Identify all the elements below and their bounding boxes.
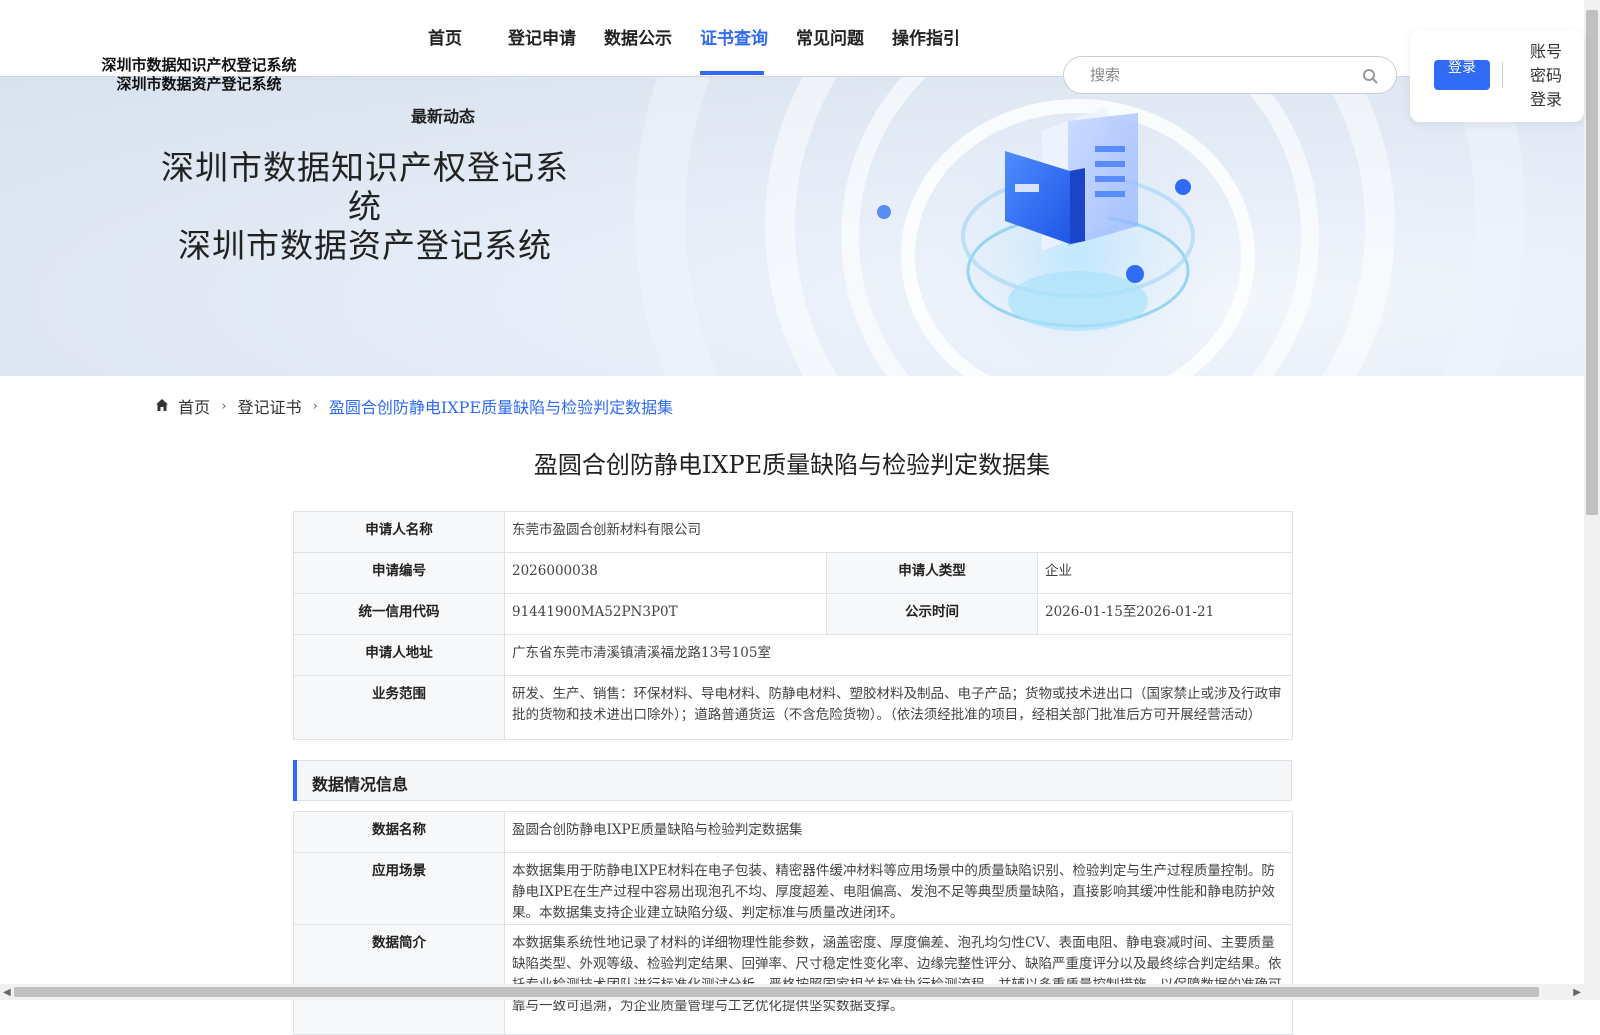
table-row: 数据名称 盈圆合创防静电IXPE质量缺陷与检验判定数据集 (293, 811, 1293, 853)
site-title-line1: 深圳市数据知识产权登记系统 (101, 56, 297, 74)
data-info-section-header: 数据情况信息 (293, 760, 1292, 801)
nav-register-apply[interactable]: 登记申请 (508, 24, 576, 49)
scroll-right-icon[interactable]: ▶ (1573, 987, 1581, 998)
application-number-value: 2026000038 (504, 552, 827, 594)
nav-data-public[interactable]: 数据公示 (604, 24, 672, 49)
table-row: 数据简介 本数据集系统性地记录了材料的详细物理性能参数，涵盖密度、厚度偏差、泡孔… (293, 924, 1293, 1035)
banner-title-line1: 深圳市数据知识产权登记系统 (161, 148, 569, 226)
chevron-right-icon: › (312, 398, 318, 414)
applicant-type-value: 企业 (1037, 552, 1293, 594)
application-scene-label: 应用场景 (293, 852, 505, 925)
login-button[interactable]: 登录 (1434, 60, 1490, 90)
horizontal-scrollbar[interactable]: ◀ ▶ (0, 984, 1584, 1000)
home-icon (156, 398, 168, 411)
scroll-left-icon[interactable]: ◀ (3, 987, 11, 998)
nav-faq[interactable]: 常见问题 (796, 24, 864, 49)
breadcrumb: 首页 › 登记证书 › 盈圆合创防静电IXPE质量缺陷与检验判定数据集 (155, 394, 673, 418)
public-period-label: 公示时间 (826, 593, 1038, 635)
vertical-scrollbar[interactable] (1584, 0, 1600, 1000)
table-row: 业务范围 研发、生产、销售：环保材料、导电材料、防静电材料、塑胶材料及制品、电子… (293, 675, 1293, 740)
nav-active-indicator (700, 71, 764, 75)
horizontal-scrollbar-thumb[interactable] (14, 987, 1539, 997)
nav-guide[interactable]: 操作指引 (892, 24, 960, 49)
section-accent-bar (293, 760, 297, 801)
nav-home[interactable]: 首页 (428, 24, 462, 49)
breadcrumb-certificates[interactable]: 登记证书 (238, 394, 302, 418)
banner-title-line2: 深圳市数据资产登记系统 (178, 226, 552, 265)
nav-latest-news[interactable]: 最新动态 (411, 103, 475, 127)
page-title: 盈圆合创防静电IXPE质量缺陷与检验判定数据集 (533, 451, 1051, 479)
applicant-address-label: 申请人地址 (293, 634, 505, 676)
data-name-value: 盈圆合创防静电IXPE质量缺陷与检验判定数据集 (504, 811, 1293, 853)
table-row: 应用场景 本数据集用于防静电IXPE材料在电子包装、精密器件缓冲材料等应用场景中… (293, 852, 1293, 925)
site-title-line2: 深圳市数据资产登记系统 (116, 75, 282, 93)
data-info-table: 数据名称 盈圆合创防静电IXPE质量缺陷与检验判定数据集 应用场景 本数据集用于… (293, 811, 1293, 1035)
table-row: 申请人地址 广东省东莞市清溪镇清溪福龙路13号105室 (293, 634, 1293, 676)
login-card: 登录 账号密码登录 (1410, 30, 1584, 122)
data-intro-value: 本数据集系统性地记录了材料的详细物理性能参数，涵盖密度、厚度偏差、泡孔均匀性CV… (504, 924, 1293, 1035)
applicant-info-table: 申请人名称 东莞市盈圆合创新材料有限公司 申请编号 2026000038 申请人… (293, 511, 1293, 740)
breadcrumb-current: 盈圆合创防静电IXPE质量缺陷与检验判定数据集 (328, 398, 674, 417)
table-row: 统一信用代码 91441900MA52PN3P0T 公示时间 2026-01-1… (293, 593, 1293, 635)
application-number-label: 申请编号 (293, 552, 505, 594)
nav-certificate-query[interactable]: 证书查询 (700, 24, 768, 49)
business-scope-label: 业务范围 (293, 675, 505, 740)
login-divider (1502, 62, 1503, 88)
banner-title: 深圳市数据知识产权登记系统 深圳市数据资产登记系统 (155, 148, 575, 265)
search-icon[interactable] (1362, 68, 1378, 84)
credit-code-value: 91441900MA52PN3P0T (504, 593, 827, 635)
table-row: 申请人名称 东莞市盈圆合创新材料有限公司 (293, 511, 1293, 553)
hero-banner: 深圳市数据知识产权登记系统 深圳市数据资产登记系统 (0, 76, 1584, 376)
password-login-link[interactable]: 账号密码登录 (1528, 40, 1564, 112)
chevron-right-icon: › (221, 398, 227, 414)
public-period-value: 2026-01-15至2026-01-21 (1037, 593, 1293, 635)
data-name-label: 数据名称 (293, 811, 505, 853)
business-scope-value: 研发、生产、销售：环保材料、导电材料、防静电材料、塑胶材料及制品、电子产品；货物… (504, 675, 1293, 740)
breadcrumb-home-label: 首页 (178, 398, 211, 417)
applicant-name-value: 东莞市盈圆合创新材料有限公司 (504, 511, 1293, 553)
applicant-type-label: 申请人类型 (826, 552, 1038, 594)
search-input[interactable] (1088, 65, 1352, 85)
application-scene-value: 本数据集用于防静电IXPE材料在电子包装、精密器件缓冲材料等应用场景中的质量缺陷… (504, 852, 1293, 925)
section-title: 数据情况信息 (312, 775, 409, 794)
search-box (1063, 56, 1397, 94)
data-intro-label: 数据简介 (293, 924, 505, 1035)
credit-code-label: 统一信用代码 (293, 593, 505, 635)
breadcrumb-home[interactable]: 首页 (155, 394, 210, 418)
table-row: 申请编号 2026000038 申请人类型 企业 (293, 552, 1293, 594)
site-title[interactable]: 深圳市数据知识产权登记系统 深圳市数据资产登记系统 (94, 56, 304, 94)
applicant-name-label: 申请人名称 (293, 511, 505, 553)
applicant-address-value: 广东省东莞市清溪镇清溪福龙路13号105室 (504, 634, 1293, 676)
vertical-scrollbar-thumb[interactable] (1586, 10, 1598, 515)
